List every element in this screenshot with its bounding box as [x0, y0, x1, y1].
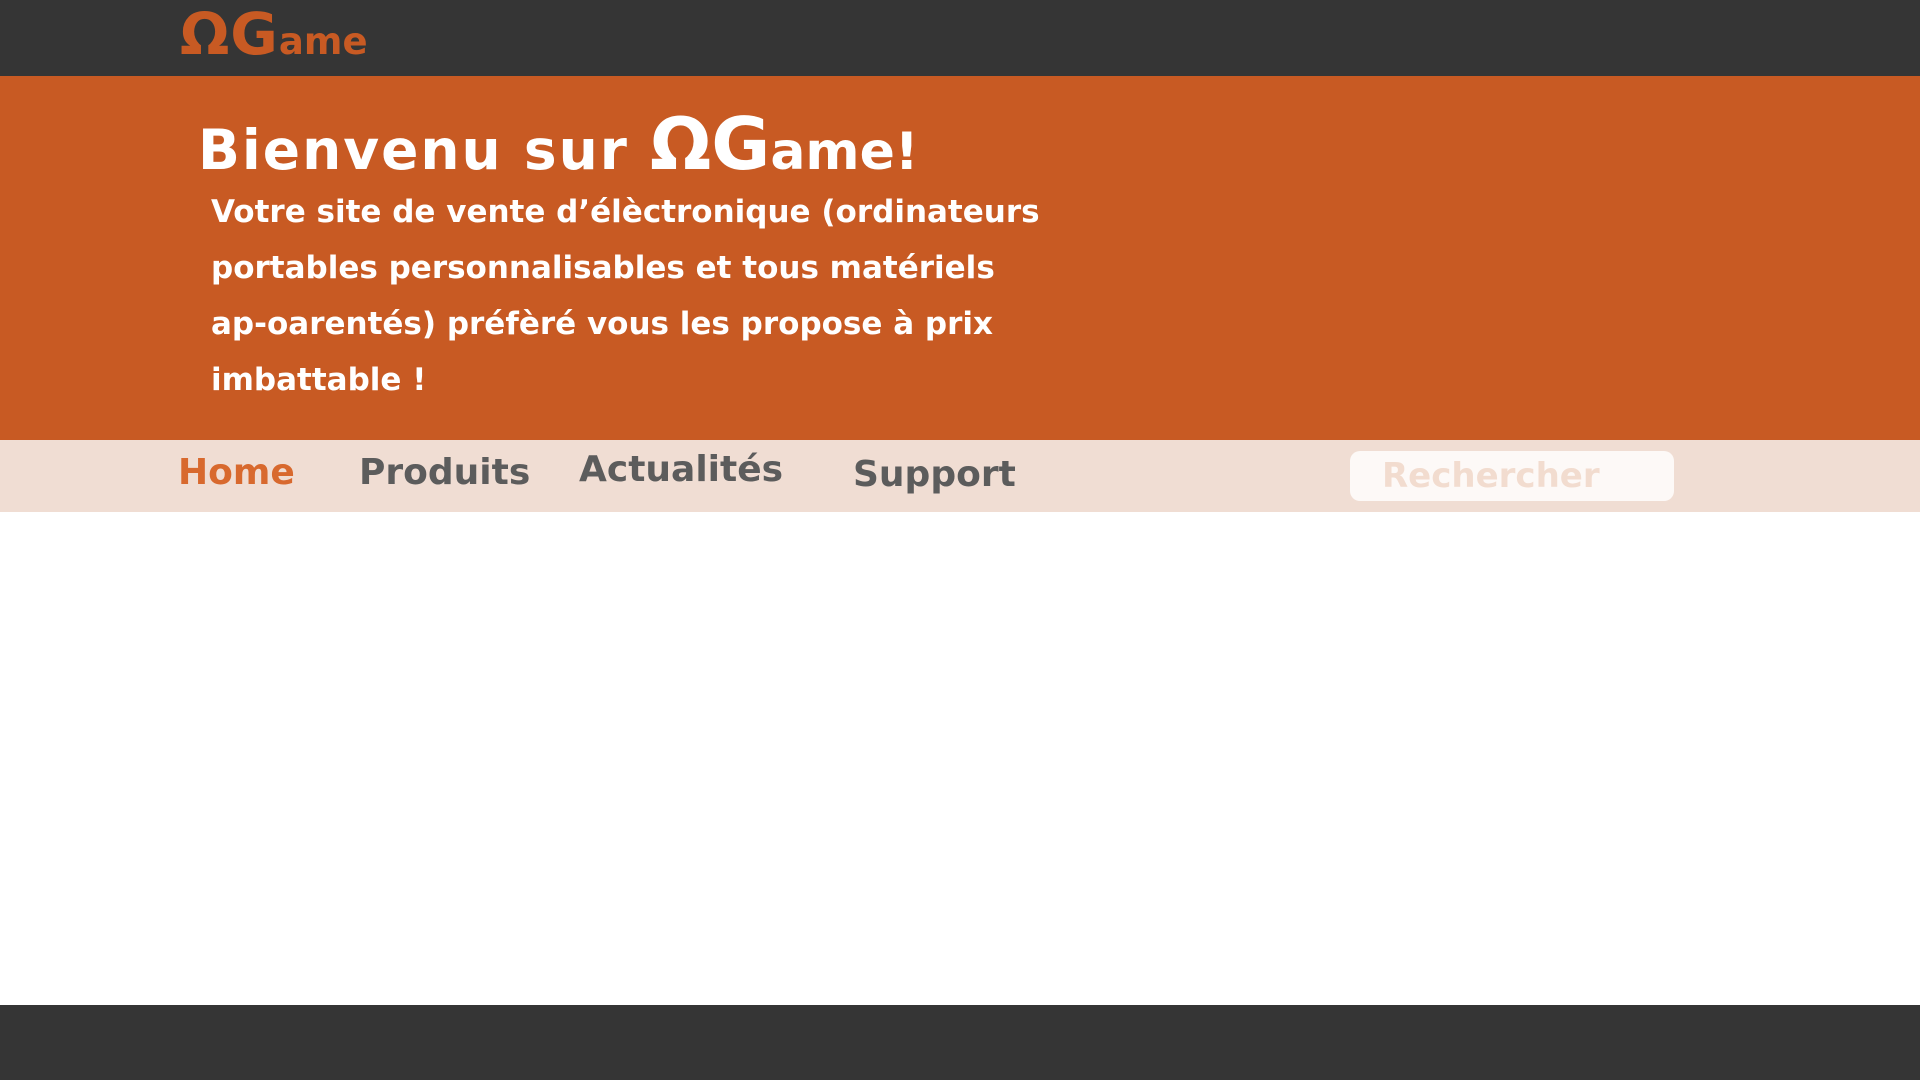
search-input[interactable]: [1350, 451, 1674, 501]
footer: [0, 1005, 1920, 1080]
welcome-title-brand-big: ΩG: [650, 102, 771, 186]
top-bar: ΩGame: [0, 0, 1920, 76]
welcome-title-brand-small: ame!: [770, 122, 919, 182]
logo-omega-g: ΩG: [180, 0, 279, 68]
main-navigation: Home Produits Actualités Support: [0, 440, 1920, 512]
site-logo[interactable]: ΩGame: [180, 0, 368, 68]
logo-ame: ame: [278, 20, 368, 63]
nav-home[interactable]: Home: [178, 452, 295, 493]
nav-actualites[interactable]: Actualités: [579, 449, 783, 490]
welcome-title: Bienvenu sur ΩGame!: [198, 102, 919, 186]
welcome-title-prefix: Bienvenu sur: [198, 118, 651, 182]
welcome-banner: Bienvenu sur ΩGame! Votre site de vente …: [0, 76, 1920, 440]
welcome-description: Votre site de vente d’élèctronique (ordi…: [211, 194, 1040, 398]
main-content: [0, 512, 1920, 1005]
nav-produits[interactable]: Produits: [359, 452, 530, 493]
nav-support[interactable]: Support: [853, 454, 1016, 495]
